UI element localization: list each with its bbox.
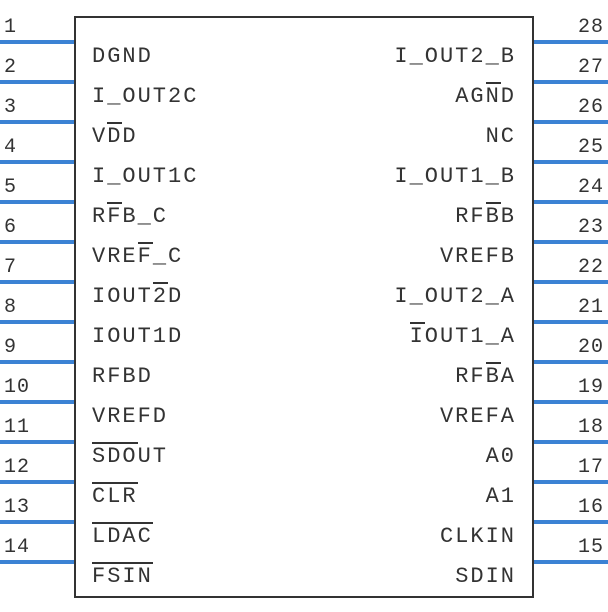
pin-lead [534, 280, 608, 284]
pin-lead [0, 160, 74, 164]
pin-label: AGND [455, 84, 516, 109]
pin-number: 24 [578, 176, 604, 199]
pin-number: 8 [4, 296, 17, 319]
pin-label: SDIN [455, 564, 516, 589]
pin-lead [534, 440, 608, 444]
pin-number: 14 [4, 536, 30, 559]
pin-lead [0, 560, 74, 564]
pin-number: 12 [4, 456, 30, 479]
pin-lead [534, 560, 608, 564]
pin-label: RFBB [455, 204, 516, 229]
pin-lead [534, 160, 608, 164]
pin-label: A1 [486, 484, 516, 509]
pin-label: LDAC [92, 524, 153, 549]
pin-lead [0, 520, 74, 524]
pin-label: VREFD [92, 404, 168, 429]
pin-label: FSIN [92, 564, 153, 589]
pin-lead [534, 320, 608, 324]
pin-lead [0, 320, 74, 324]
pin-number: 13 [4, 496, 30, 519]
pin-number: 17 [578, 456, 604, 479]
pin-lead [534, 120, 608, 124]
pin-label: I_OUT2_B [394, 44, 516, 69]
pin-lead [534, 360, 608, 364]
pin-lead [0, 480, 74, 484]
pin-number: 16 [578, 496, 604, 519]
pin-number: 21 [578, 296, 604, 319]
pin-number: 5 [4, 176, 17, 199]
pin-lead [0, 280, 74, 284]
pin-label: VREFA [440, 404, 516, 429]
pin-number: 15 [578, 536, 604, 559]
pin-number: 1 [4, 16, 17, 39]
pin-number: 10 [4, 376, 30, 399]
pin-label: VREF_C [92, 244, 183, 269]
pin-label: CLKIN [440, 524, 516, 549]
pin-label: I_OUT1_B [394, 164, 516, 189]
pin-lead [0, 240, 74, 244]
pin-number: 3 [4, 96, 17, 119]
pin-number: 20 [578, 336, 604, 359]
pin-label: A0 [486, 444, 516, 469]
pin-label: IOUT2D [92, 284, 183, 309]
pin-number: 27 [578, 56, 604, 79]
pin-lead [0, 120, 74, 124]
pin-label: I_OUT2_A [394, 284, 516, 309]
pin-label: RFB_C [92, 204, 168, 229]
pin-number: 19 [578, 376, 604, 399]
pin-label: SDOUT [92, 444, 168, 469]
pin-lead [534, 400, 608, 404]
pin-lead [534, 40, 608, 44]
pin-lead [534, 240, 608, 244]
pin-number: 22 [578, 256, 604, 279]
pin-number: 28 [578, 16, 604, 39]
pin-number: 7 [4, 256, 17, 279]
pin-label: CLR [92, 484, 138, 509]
pin-lead [0, 440, 74, 444]
pin-label: IOUT1D [92, 324, 183, 349]
pin-label: I_OUT1C [92, 164, 198, 189]
pin-label: DGND [92, 44, 153, 69]
pin-lead [534, 480, 608, 484]
pin-label: RFBA [455, 364, 516, 389]
pin-number: 9 [4, 336, 17, 359]
pin-lead [0, 200, 74, 204]
pin-lead [534, 80, 608, 84]
pin-lead [0, 40, 74, 44]
pin-label: VDD [92, 124, 138, 149]
pin-number: 6 [4, 216, 17, 239]
pin-label: NC [486, 124, 516, 149]
pin-label: VREFB [440, 244, 516, 269]
pin-lead [0, 80, 74, 84]
pin-number: 26 [578, 96, 604, 119]
pin-number: 4 [4, 136, 17, 159]
pin-lead [534, 200, 608, 204]
pin-number: 25 [578, 136, 604, 159]
pin-lead [0, 360, 74, 364]
pin-label: RFBD [92, 364, 153, 389]
pin-label: IOUT1_A [410, 324, 516, 349]
pin-number: 18 [578, 416, 604, 439]
pin-number: 11 [4, 416, 30, 439]
pin-number: 23 [578, 216, 604, 239]
pin-lead [0, 400, 74, 404]
pin-number: 2 [4, 56, 17, 79]
pin-lead [534, 520, 608, 524]
pin-label: I_OUT2C [92, 84, 198, 109]
